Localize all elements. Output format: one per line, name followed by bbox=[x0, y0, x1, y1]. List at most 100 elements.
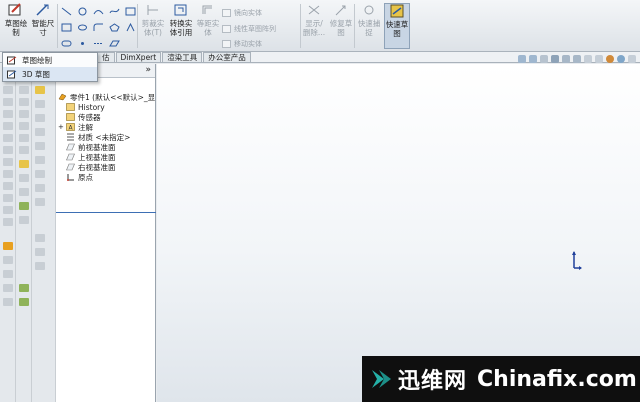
rectangle-icon[interactable] bbox=[61, 23, 72, 32]
tool-icon[interactable] bbox=[3, 98, 13, 106]
tool-icon[interactable] bbox=[35, 114, 45, 122]
tool-icon[interactable] bbox=[19, 174, 29, 182]
history-icon bbox=[66, 103, 75, 111]
arc-icon[interactable] bbox=[93, 7, 104, 16]
spline-icon[interactable] bbox=[109, 7, 120, 16]
menu-item-sketch[interactable]: 草图绘制 bbox=[3, 53, 97, 67]
view-settings-icon[interactable] bbox=[617, 55, 625, 63]
grid-icon[interactable] bbox=[125, 7, 136, 16]
tool-icon[interactable] bbox=[35, 100, 45, 108]
fillet-icon[interactable] bbox=[93, 23, 104, 32]
tool-icon[interactable] bbox=[19, 110, 29, 118]
tool-icon[interactable] bbox=[19, 86, 29, 94]
tool-icon[interactable] bbox=[35, 156, 45, 164]
rollback-bar[interactable] bbox=[56, 212, 156, 213]
display-style-icon[interactable] bbox=[573, 55, 581, 63]
tool-icon[interactable] bbox=[3, 194, 13, 202]
tree-root-part[interactable]: 零件1 (默认<<默认>_显 bbox=[56, 92, 156, 102]
tree-item-top-plane[interactable]: 上视基准面 bbox=[56, 152, 156, 162]
tool-icon[interactable] bbox=[19, 134, 29, 142]
tool-icon[interactable] bbox=[35, 234, 45, 242]
smart-dimension-button[interactable]: 智能尺 寸 bbox=[30, 3, 56, 49]
scene-icon[interactable] bbox=[606, 55, 614, 63]
expand-icon[interactable]: + bbox=[58, 123, 64, 131]
section-view-icon[interactable] bbox=[551, 55, 559, 63]
tool-icon[interactable] bbox=[3, 134, 13, 142]
tab-render-tools[interactable]: 渲染工具 bbox=[162, 52, 203, 62]
offset-entities-button[interactable]: 等距实 体 bbox=[196, 3, 220, 49]
tree-item-right-plane[interactable]: 右视基准面 bbox=[56, 162, 156, 172]
tool-icon[interactable] bbox=[3, 206, 13, 214]
sketch-icon bbox=[8, 3, 21, 16]
mirror-entities-button[interactable]: 镜向实体 bbox=[222, 8, 262, 18]
convert-entities-button[interactable]: 转换实 体引用 bbox=[167, 3, 195, 49]
tool-icon[interactable] bbox=[3, 170, 13, 178]
repair-sketch-button[interactable]: 修复草 图 bbox=[329, 3, 353, 49]
rapid-sketch-button[interactable]: 快速草 图 bbox=[384, 3, 410, 49]
tree-item-material[interactable]: 材质 <未指定> bbox=[56, 132, 156, 142]
tool-icon[interactable] bbox=[19, 146, 29, 154]
tool-icon[interactable] bbox=[3, 298, 13, 306]
tool-icon[interactable] bbox=[35, 142, 45, 150]
view-orientation-icon[interactable] bbox=[562, 55, 570, 63]
tool-icon[interactable] bbox=[3, 122, 13, 130]
tree-item-origin[interactable]: 原点 bbox=[56, 172, 156, 182]
hide-show-icon[interactable] bbox=[584, 55, 592, 63]
trim-entities-button[interactable]: 剪裁实 体(T) bbox=[140, 3, 166, 49]
tool-icon[interactable] bbox=[19, 298, 29, 306]
tool-icon[interactable] bbox=[19, 284, 29, 292]
edit-appearance-icon[interactable] bbox=[595, 55, 603, 63]
slot-icon[interactable] bbox=[61, 39, 72, 48]
tab-evaluate[interactable]: 估 bbox=[97, 52, 115, 62]
tab-dimxpert[interactable]: DimXpert bbox=[115, 52, 162, 62]
tool-icon[interactable] bbox=[35, 86, 45, 94]
tool-icon[interactable] bbox=[3, 270, 13, 278]
tool-icon[interactable] bbox=[3, 110, 13, 118]
graphics-viewport[interactable] bbox=[157, 64, 640, 402]
circle-icon[interactable] bbox=[77, 7, 88, 16]
quick-snaps-button[interactable]: 快速捕 捉 bbox=[356, 3, 382, 49]
move-entities-button[interactable]: 移动实体 bbox=[222, 39, 262, 49]
polygon-icon[interactable] bbox=[109, 23, 120, 32]
text-icon[interactable] bbox=[125, 22, 136, 32]
tool-icon[interactable] bbox=[19, 122, 29, 130]
plane-icon[interactable] bbox=[109, 39, 120, 48]
tool-icon[interactable] bbox=[35, 248, 45, 256]
zoom-to-fit-icon[interactable] bbox=[518, 55, 526, 63]
tool-icon[interactable] bbox=[3, 146, 13, 154]
tool-icon[interactable] bbox=[35, 184, 45, 192]
tool-icon[interactable] bbox=[19, 202, 29, 210]
menu-item-3d-sketch[interactable]: 3D 草图 bbox=[3, 67, 97, 81]
tool-icon[interactable] bbox=[3, 256, 13, 264]
tree-item-front-plane[interactable]: 前视基准面 bbox=[56, 142, 156, 152]
display-pane-icon[interactable] bbox=[628, 55, 636, 63]
panel-more-chevron-icon[interactable]: » bbox=[145, 65, 151, 75]
tool-icon[interactable] bbox=[19, 160, 29, 168]
tab-office-products[interactable]: 办公室产品 bbox=[203, 52, 251, 62]
centerline-icon[interactable] bbox=[93, 39, 104, 48]
previous-view-icon[interactable] bbox=[540, 55, 548, 63]
tool-icon[interactable] bbox=[19, 98, 29, 106]
tool-icon[interactable] bbox=[35, 128, 45, 136]
tool-icon[interactable] bbox=[35, 262, 45, 270]
tool-icon[interactable] bbox=[3, 182, 13, 190]
line-icon[interactable] bbox=[61, 7, 72, 16]
zoom-area-icon[interactable] bbox=[529, 55, 537, 63]
tool-icon[interactable] bbox=[35, 170, 45, 178]
tool-icon[interactable] bbox=[3, 218, 13, 226]
tool-icon[interactable] bbox=[3, 284, 13, 292]
tool-icon[interactable] bbox=[19, 188, 29, 196]
tool-icon[interactable] bbox=[3, 242, 13, 250]
tool-icon[interactable] bbox=[3, 86, 13, 94]
point-icon[interactable] bbox=[77, 39, 88, 48]
display-delete-relations-button[interactable]: 显示/ 删除... bbox=[301, 3, 327, 49]
tree-item-annotations[interactable]: + A 注解 bbox=[56, 122, 156, 132]
sketch-button[interactable]: 草图绘 制 bbox=[3, 3, 29, 49]
tool-icon[interactable] bbox=[3, 158, 13, 166]
linear-pattern-button[interactable]: 线性草图阵列 bbox=[222, 24, 276, 34]
tool-icon[interactable] bbox=[19, 216, 29, 224]
ellipse-icon[interactable] bbox=[77, 23, 88, 32]
tree-item-sensors[interactable]: 传感器 bbox=[56, 112, 156, 122]
tool-icon[interactable] bbox=[35, 198, 45, 206]
tree-item-history[interactable]: History bbox=[56, 102, 156, 112]
